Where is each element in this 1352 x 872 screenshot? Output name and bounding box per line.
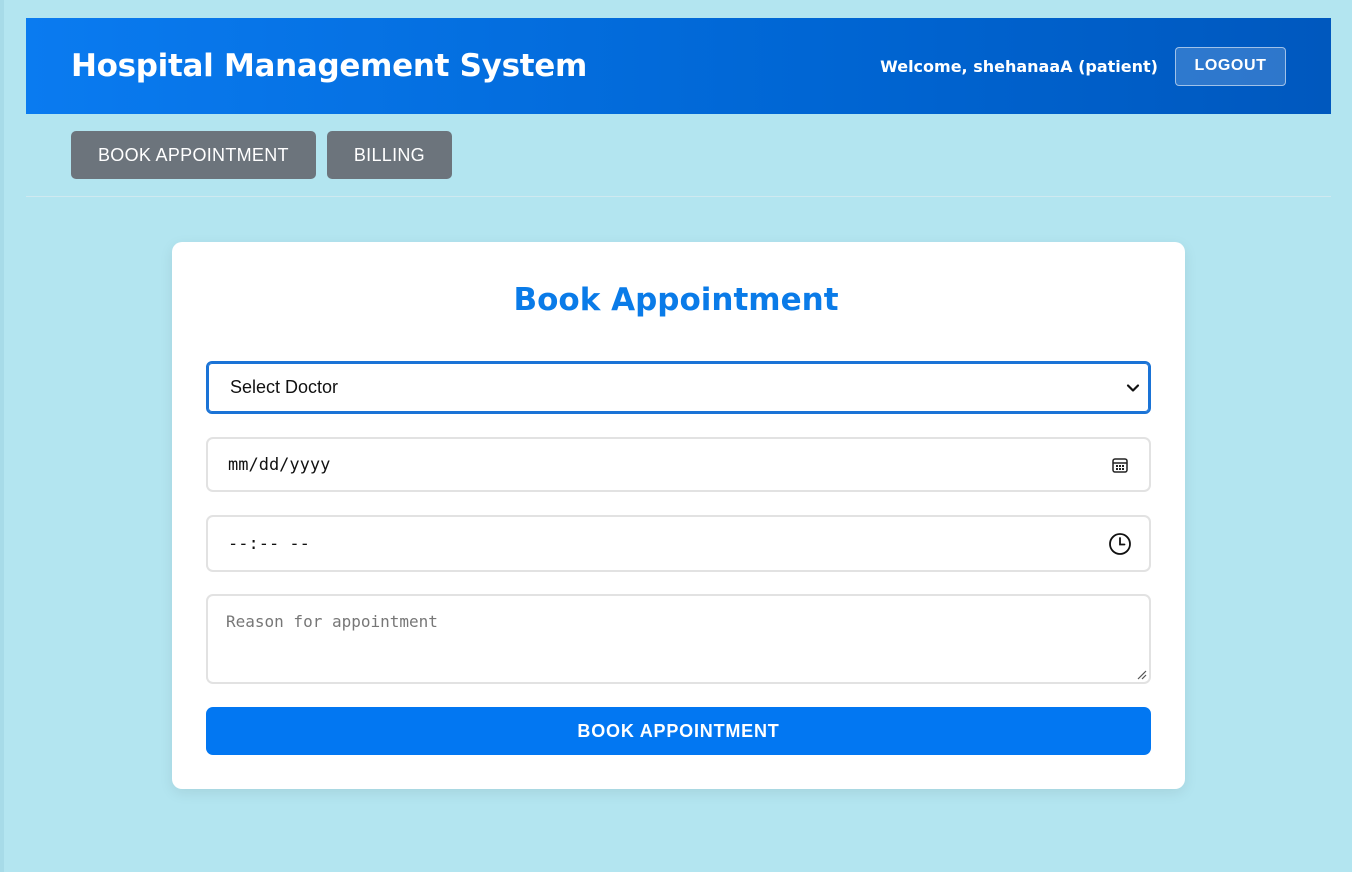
page-edge bbox=[0, 0, 4, 872]
doctor-select-value: Select Doctor bbox=[230, 377, 339, 397]
form-title: Book Appointment bbox=[513, 282, 839, 318]
header-user-area: Welcome, shehanaaA (patient) LOGOUT bbox=[880, 46, 1286, 86]
doctor-select[interactable]: Select Doctor bbox=[206, 361, 1151, 414]
welcome-text: Welcome, shehanaaA (patient) bbox=[880, 56, 1158, 76]
reason-textarea[interactable]: Reason for appointment bbox=[206, 594, 1151, 684]
nav-billing-button[interactable]: BILLING bbox=[326, 131, 452, 179]
clock-icon[interactable] bbox=[1108, 532, 1132, 556]
time-input[interactable]: --:-- -- bbox=[206, 515, 1151, 572]
calendar-icon[interactable] bbox=[1111, 456, 1129, 474]
main-nav: BOOK APPOINTMENT BILLING bbox=[71, 131, 452, 179]
reason-placeholder: Reason for appointment bbox=[226, 612, 438, 631]
date-placeholder: mm/dd/yyyy bbox=[228, 454, 331, 475]
logout-button[interactable]: LOGOUT bbox=[1175, 46, 1286, 86]
time-placeholder: --:-- -- bbox=[228, 533, 310, 554]
nav-divider bbox=[26, 196, 1331, 197]
chevron-down-icon bbox=[1126, 383, 1140, 392]
app-header: Hospital Management System Welcome, sheh… bbox=[26, 18, 1331, 114]
date-input[interactable]: mm/dd/yyyy bbox=[206, 437, 1151, 492]
nav-book-appointment-button[interactable]: BOOK APPOINTMENT bbox=[71, 131, 316, 179]
resize-handle-icon[interactable] bbox=[1135, 668, 1147, 680]
book-appointment-submit-button[interactable]: BOOK APPOINTMENT bbox=[206, 707, 1151, 755]
app-title: Hospital Management System bbox=[71, 48, 587, 84]
